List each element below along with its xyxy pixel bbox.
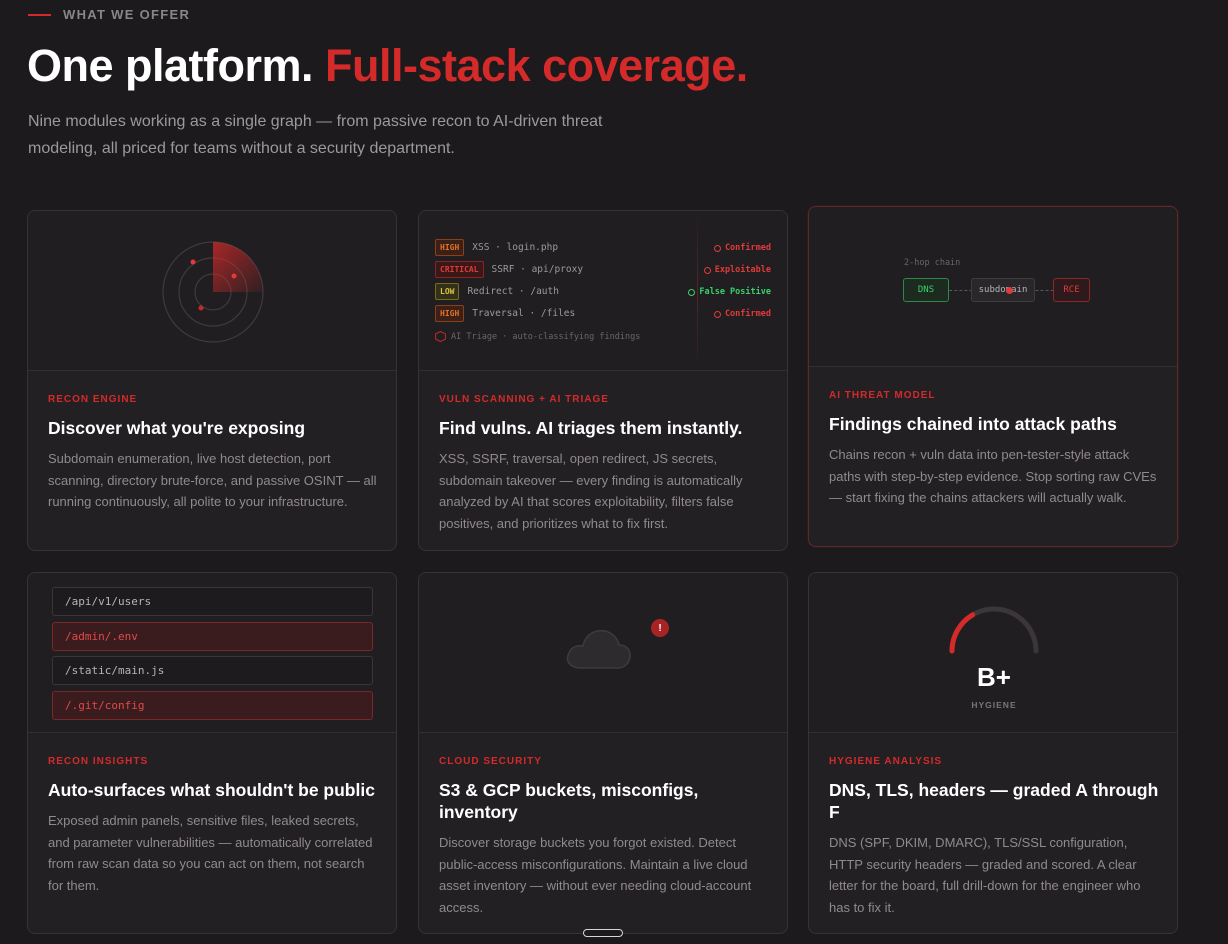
card-title: S3 & GCP buckets, misconfigs, inventory xyxy=(439,780,699,822)
eyebrow-label: WHAT WE OFFER xyxy=(63,7,191,22)
hexagon-icon xyxy=(435,331,446,342)
finding-text: Traversal · /files xyxy=(472,308,576,319)
finding-text: XSS · login.php xyxy=(472,242,559,253)
card-tag: RECON ENGINE xyxy=(48,394,138,405)
card-tag: CLOUD SECURITY xyxy=(439,756,542,767)
card-description: Chains recon + vuln data into pen-tester… xyxy=(829,447,1157,505)
triage-footer: AI Triage · auto-classifying findings xyxy=(435,331,640,342)
severity-badge: HIGH xyxy=(435,305,465,322)
headline-accent: Full-stack coverage. xyxy=(325,40,748,91)
card-description: Subdomain enumeration, live host detecti… xyxy=(48,451,377,509)
result-label: Confirmed xyxy=(724,243,771,253)
card-tag: RECON INSIGHTS xyxy=(48,756,149,767)
result-dot-icon xyxy=(713,244,721,252)
card-title: Find vulns. AI triages them instantly. xyxy=(439,418,743,438)
card-cloud-security[interactable]: ! CLOUD SECURITY S3 & GCP buckets, misco… xyxy=(418,572,788,934)
result-label: Exploitable xyxy=(714,265,771,275)
scroll-indicator[interactable] xyxy=(583,929,623,937)
finding-row: HIGH XSS · login.php xyxy=(435,239,558,256)
grade-label: HYGIENE xyxy=(971,700,1017,710)
finding-row: HIGH Traversal · /files xyxy=(435,305,575,322)
eyebrow-accent-line xyxy=(28,13,51,16)
card-tag: HYGIENE ANALYSIS xyxy=(829,756,943,767)
chain-node-subdomain: subdomain xyxy=(971,278,1035,302)
path-item-exposed: /.git/config xyxy=(52,691,373,720)
attack-chain-visual: 2-hop chain DNS subdomain RCE xyxy=(809,207,1177,367)
triage-visual: HIGH XSS · login.php Confirmed CRITICAL … xyxy=(419,211,787,371)
card-visual xyxy=(28,211,396,371)
result-label: False Positive xyxy=(699,287,771,297)
hygiene-visual: B+ HYGIENE xyxy=(809,573,1177,733)
chain-node-dns: DNS xyxy=(903,278,949,302)
card-description: Exposed admin panels, sensitive files, l… xyxy=(48,813,373,893)
section-subtitle: Nine modules working as a single graph —… xyxy=(28,113,603,157)
chain-pulse-dot xyxy=(1006,287,1013,294)
card-recon-engine[interactable]: RECON ENGINE Discover what you're exposi… xyxy=(27,210,397,551)
card-title: Findings chained into attack paths xyxy=(829,414,1117,434)
card-tag: VULN SCANNING + AI TRIAGE xyxy=(439,394,609,405)
path-item: /api/v1/users xyxy=(52,587,373,616)
result-dot-icon xyxy=(703,266,711,274)
severity-badge: HIGH xyxy=(435,239,465,256)
alert-badge: ! xyxy=(651,619,669,637)
card-title: DNS, TLS, headers — graded A through F xyxy=(829,780,1159,822)
card-description: Discover storage buckets you forgot exis… xyxy=(439,835,752,915)
finding-row: CRITICAL SSRF · api/proxy xyxy=(435,261,583,278)
cloud-icon xyxy=(566,629,631,669)
finding-result: False Positive xyxy=(688,287,771,297)
section-eyebrow: WHAT WE OFFER xyxy=(28,7,190,22)
card-recon-insights[interactable]: /api/v1/users /admin/.env /static/main.j… xyxy=(27,572,397,934)
headline-plain: One platform. xyxy=(27,40,314,91)
result-label: Confirmed xyxy=(724,309,771,319)
grade-value: B+ xyxy=(977,662,1011,692)
card-title: Auto-surfaces what shouldn't be public xyxy=(48,780,375,800)
card-description: XSS, SSRF, traversal, open redirect, JS … xyxy=(439,451,743,531)
card-description: DNS (SPF, DKIM, DMARC), TLS/SSL configur… xyxy=(829,835,1141,915)
card-vuln-scanning[interactable]: HIGH XSS · login.php Confirmed CRITICAL … xyxy=(418,210,788,551)
finding-text: Redirect · /auth xyxy=(467,286,559,297)
finding-text: SSRF · api/proxy xyxy=(491,264,584,275)
finding-row: LOW Redirect · /auth xyxy=(435,283,559,300)
finding-result: Confirmed xyxy=(713,309,771,319)
severity-badge: LOW xyxy=(435,283,460,300)
card-hygiene-analysis[interactable]: B+ HYGIENE HYGIENE ANALYSIS DNS, TLS, he… xyxy=(808,572,1178,934)
path-item: /static/main.js xyxy=(52,656,373,685)
finding-result: Exploitable xyxy=(703,265,771,275)
card-tag: AI THREAT MODEL xyxy=(829,390,936,401)
paths-visual: /api/v1/users /admin/.env /static/main.j… xyxy=(28,573,396,733)
chain-label: 2-hop chain xyxy=(904,258,961,268)
chain-node-rce: RCE xyxy=(1053,278,1090,302)
card-ai-threat-model[interactable]: 2-hop chain DNS subdomain RCE AI THREAT … xyxy=(808,206,1178,547)
finding-result: Confirmed xyxy=(713,243,771,253)
cloud-visual: ! xyxy=(419,573,787,733)
severity-badge: CRITICAL xyxy=(435,261,484,278)
radar-icon xyxy=(162,241,264,343)
path-item-exposed: /admin/.env xyxy=(52,622,373,651)
page-title: One platform. Full-stack coverage. xyxy=(27,40,748,92)
card-title: Discover what you're exposing xyxy=(48,418,306,438)
triage-footer-label: AI Triage · auto-classifying findings xyxy=(451,331,641,342)
result-dot-icon xyxy=(713,310,721,318)
result-dot-icon xyxy=(688,288,696,296)
